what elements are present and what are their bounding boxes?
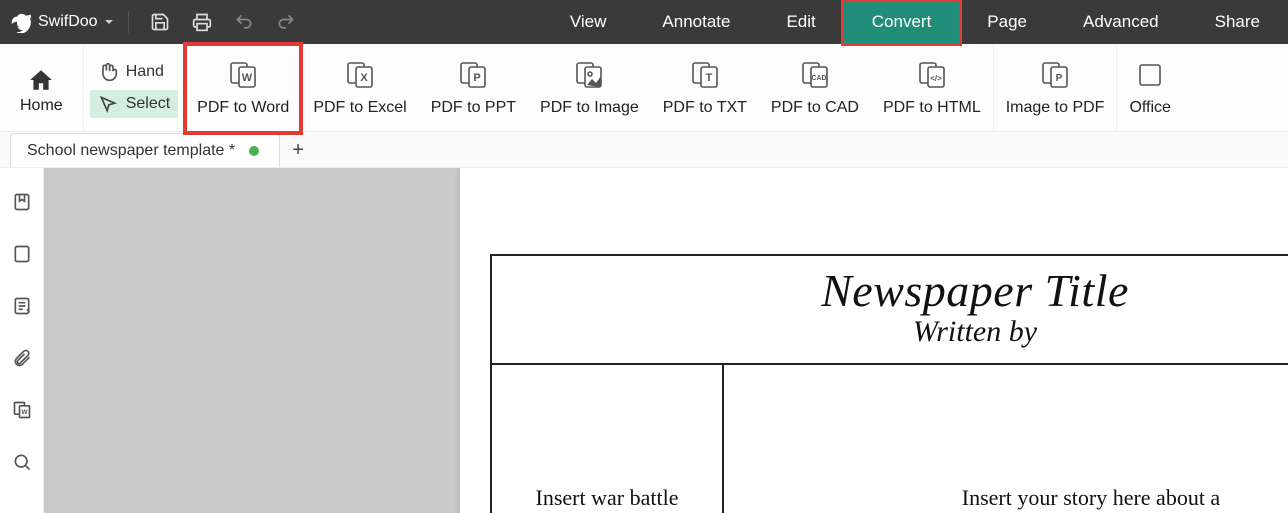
convert-label: PDF to PPT xyxy=(431,99,516,117)
search-panel-button[interactable] xyxy=(8,448,36,476)
newspaper-subtitle: Written by xyxy=(512,315,1288,349)
menu-label: View xyxy=(570,12,607,32)
title-bar: SwifDoo View Annotate Edit Convert Page … xyxy=(0,0,1288,44)
ribbon-toolbar: Home Hand Select W PDF to Word X PDF to … xyxy=(0,44,1288,132)
bookmarks-panel-button[interactable] xyxy=(8,188,36,216)
home-label: Home xyxy=(20,97,63,115)
svg-text:W: W xyxy=(242,72,253,84)
app-name: SwifDoo xyxy=(38,13,98,31)
hand-label: Hand xyxy=(126,63,164,81)
main-menu: View Annotate Edit Convert Page Advanced… xyxy=(542,0,1288,44)
document-canvas[interactable]: Newspaper Title Written by Insert war ba… xyxy=(44,168,1288,513)
svg-text:W: W xyxy=(21,409,28,416)
divider xyxy=(128,11,129,33)
menu-label: Advanced xyxy=(1083,12,1159,32)
column-1-text: Insert war battle xyxy=(536,485,679,510)
convert-label: PDF to Image xyxy=(540,99,639,117)
svg-text:X: X xyxy=(360,72,368,84)
cursor-tools-group: Hand Select xyxy=(84,44,185,131)
newspaper-header: Newspaper Title Written by xyxy=(492,256,1288,365)
menu-label: Convert xyxy=(872,12,932,32)
pdf-to-excel-button[interactable]: X PDF to Excel xyxy=(301,44,418,131)
redo-button[interactable] xyxy=(265,0,307,44)
convert-label: Image to PDF xyxy=(1006,99,1105,117)
column-1: Insert war battle xyxy=(492,365,724,513)
menu-label: Annotate xyxy=(662,12,730,32)
svg-text:P: P xyxy=(474,72,481,84)
ppt-icon: P xyxy=(457,59,489,91)
pdf-to-word-button[interactable]: W PDF to Word xyxy=(185,44,301,131)
select-label: Select xyxy=(126,95,170,113)
home-icon xyxy=(26,67,56,93)
hand-tool[interactable]: Hand xyxy=(90,58,178,86)
menu-advanced[interactable]: Advanced xyxy=(1055,0,1187,44)
office-icon xyxy=(1134,59,1166,91)
column-2: Insert your story here about a xyxy=(724,365,1288,513)
hand-icon xyxy=(98,62,118,82)
svg-text:T: T xyxy=(705,72,712,84)
document-tab[interactable]: School newspaper template * xyxy=(10,133,280,167)
quick-actions xyxy=(133,0,307,44)
convert-label: PDF to Word xyxy=(197,99,289,117)
svg-text:</>: </> xyxy=(930,74,942,83)
image-to-pdf-icon: P xyxy=(1039,59,1071,91)
menu-page[interactable]: Page xyxy=(959,0,1055,44)
convert-label: Office xyxy=(1129,99,1171,117)
undo-button[interactable] xyxy=(223,0,265,44)
workspace: W Newspaper Title Written by Insert war … xyxy=(0,168,1288,513)
page: Newspaper Title Written by Insert war ba… xyxy=(460,168,1288,513)
pdf-to-ppt-button[interactable]: P PDF to PPT xyxy=(419,44,528,131)
pdf-to-image-button[interactable]: PDF to Image xyxy=(528,44,651,131)
newspaper-title: Newspaper Title xyxy=(512,264,1288,317)
html-icon: </> xyxy=(916,59,948,91)
convert-panel-button[interactable]: W xyxy=(8,396,36,424)
side-rail: W xyxy=(0,168,44,513)
txt-icon: T xyxy=(689,59,721,91)
print-button[interactable] xyxy=(181,0,223,44)
image-icon xyxy=(573,59,605,91)
modified-dot-icon xyxy=(249,146,259,156)
annotations-panel-button[interactable] xyxy=(8,292,36,320)
convert-label: PDF to TXT xyxy=(663,99,747,117)
home-button[interactable]: Home xyxy=(0,44,84,131)
dropdown-caret-icon xyxy=(104,17,114,27)
cad-icon: CAD xyxy=(799,59,831,91)
page-content: Newspaper Title Written by Insert war ba… xyxy=(490,254,1288,513)
save-button[interactable] xyxy=(139,0,181,44)
pdf-to-txt-button[interactable]: T PDF to TXT xyxy=(651,44,759,131)
pdf-to-cad-button[interactable]: CAD PDF to CAD xyxy=(759,44,871,131)
menu-convert[interactable]: Convert xyxy=(844,0,960,44)
pdf-to-html-button[interactable]: </> PDF to HTML xyxy=(871,44,994,131)
plus-icon: + xyxy=(292,139,304,162)
thumbnails-panel-button[interactable] xyxy=(8,240,36,268)
menu-edit[interactable]: Edit xyxy=(758,0,843,44)
menu-view[interactable]: View xyxy=(542,0,635,44)
document-tabstrip: School newspaper template * + xyxy=(0,132,1288,168)
convert-label: PDF to HTML xyxy=(883,99,981,117)
convert-label: PDF to Excel xyxy=(313,99,406,117)
menu-share[interactable]: Share xyxy=(1187,0,1288,44)
menu-label: Share xyxy=(1215,12,1260,32)
column-2-text: Insert your story here about a xyxy=(962,485,1220,510)
svg-text:CAD: CAD xyxy=(811,75,826,82)
attachments-panel-button[interactable] xyxy=(8,344,36,372)
menu-label: Page xyxy=(987,12,1027,32)
office-button[interactable]: Office xyxy=(1117,44,1183,131)
image-to-pdf-button[interactable]: P Image to PDF xyxy=(994,44,1118,131)
app-brand[interactable]: SwifDoo xyxy=(0,0,124,44)
bird-logo-icon xyxy=(10,11,32,33)
svg-text:P: P xyxy=(1056,73,1063,84)
new-tab-button[interactable]: + xyxy=(280,133,316,167)
excel-icon: X xyxy=(344,59,376,91)
menu-annotate[interactable]: Annotate xyxy=(634,0,758,44)
columns: Insert war battle Insert your story here… xyxy=(492,365,1288,513)
document-tab-title: School newspaper template * xyxy=(27,142,235,160)
menu-label: Edit xyxy=(786,12,815,32)
word-icon: W xyxy=(227,59,259,91)
convert-label: PDF to CAD xyxy=(771,99,859,117)
cursor-icon xyxy=(98,94,118,114)
select-tool[interactable]: Select xyxy=(90,90,178,118)
